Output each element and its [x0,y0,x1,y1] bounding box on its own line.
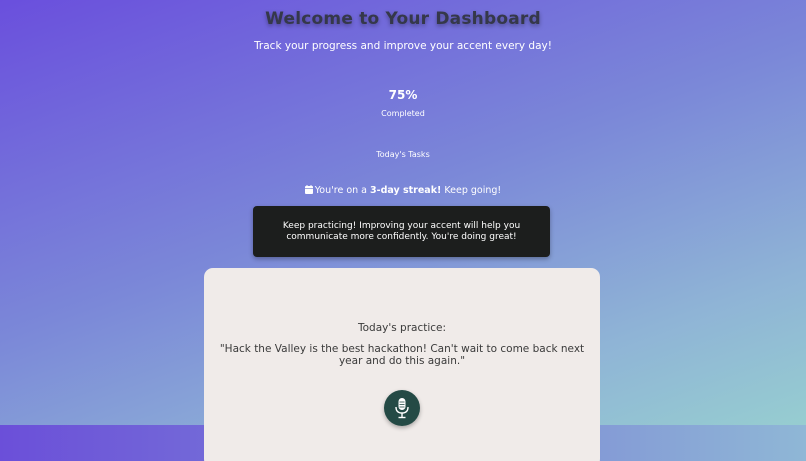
microphone-icon [393,397,411,419]
todays-tasks-label: Today's Tasks [376,150,430,159]
page-title: Welcome to Your Dashboard [265,9,541,29]
practice-label: Today's practice: [357,322,447,334]
practice-card: Today's practice: "Hack the Valley is th… [204,268,600,461]
streak-suffix: Keep going! [441,185,502,196]
encouragement-text: Keep practicing! Improving your accent w… [282,220,521,242]
progress-percent: 75% [388,88,418,102]
encouragement-box: Keep practicing! Improving your accent w… [253,206,550,257]
calendar-icon [304,185,313,197]
record-button[interactable] [384,390,420,426]
practice-quote: "Hack the Valley is the best hackathon! … [219,343,585,367]
streak-highlight: 3-day streak! [370,185,442,196]
streak-message: You're on a 3-day streak! Keep going! [0,185,806,197]
page-subtitle: Track your progress and improve your acc… [254,40,552,52]
progress-caption: Completed [381,109,425,118]
streak-prefix: You're on a [314,185,371,196]
